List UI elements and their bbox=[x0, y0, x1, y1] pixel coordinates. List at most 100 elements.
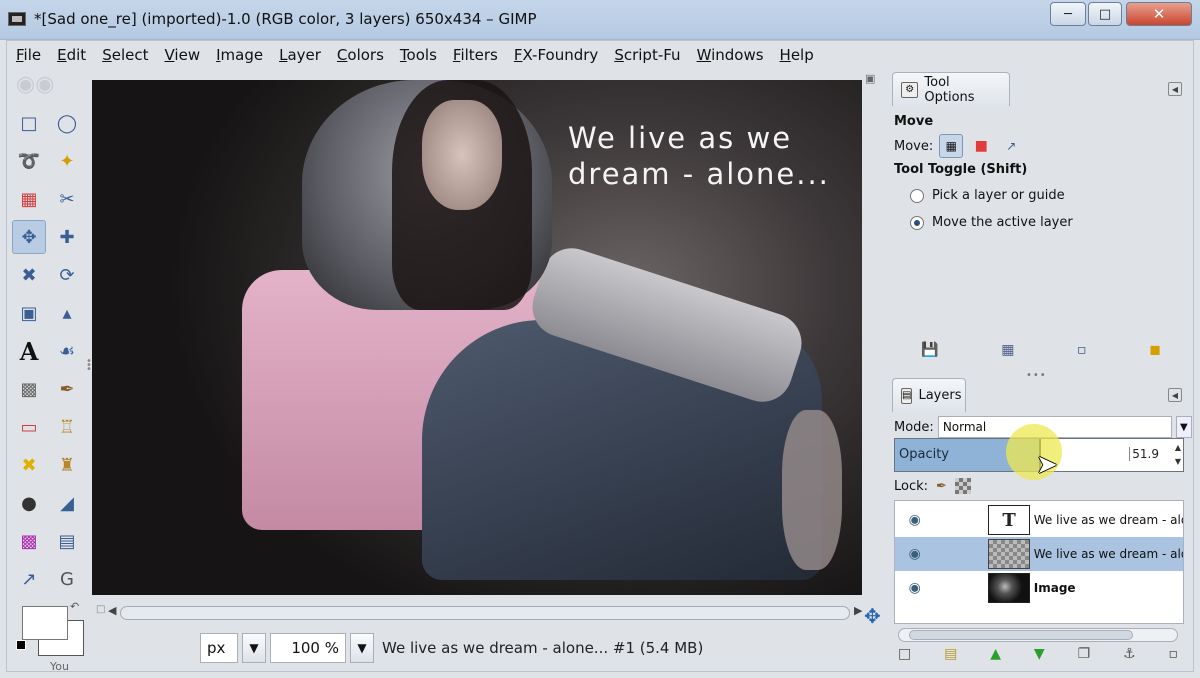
perspective-icon[interactable]: ▴ bbox=[50, 296, 84, 330]
smudge-icon[interactable]: ● bbox=[12, 486, 46, 520]
bucket-fill-icon[interactable]: ☙ bbox=[50, 334, 84, 368]
heal-icon[interactable]: ✖ bbox=[12, 448, 46, 482]
scroll-right-icon[interactable]: ▶ bbox=[854, 604, 862, 617]
horizontal-scrollbar[interactable]: □ ◀ ▶ bbox=[96, 604, 864, 622]
layer-row-selected[interactable]: ◉ We live as we dream - alo bbox=[895, 537, 1183, 571]
layer-name[interactable]: Image bbox=[1034, 581, 1183, 595]
menu-colors[interactable]: Colors bbox=[329, 44, 392, 68]
move-active-layer-radio[interactable]: Move the active layer bbox=[910, 215, 1073, 230]
delete-layer-icon[interactable]: ▫ bbox=[1169, 646, 1179, 662]
eye-icon[interactable]: ◉ bbox=[901, 546, 928, 562]
menu-fx-foundry[interactable]: FX-Foundry bbox=[506, 44, 606, 68]
image-canvas[interactable]: We live as we dream - alone... bbox=[92, 80, 862, 595]
layer-name[interactable]: We live as we dream - alo bbox=[1034, 513, 1183, 527]
tab-tool-options[interactable]: ⚙ Tool Options bbox=[892, 72, 1010, 106]
minimize-button[interactable]: ─ bbox=[1050, 2, 1086, 26]
menu-windows[interactable]: Windows bbox=[689, 44, 772, 68]
zoom-select[interactable]: 100 % bbox=[270, 633, 346, 663]
fg-bg-colors[interactable]: ↶ bbox=[16, 600, 86, 660]
layers-menu-icon[interactable]: ◀ bbox=[1168, 388, 1182, 402]
reset-options-icon[interactable]: ◼ bbox=[1149, 342, 1161, 358]
color-picker-icon[interactable]: ▩ bbox=[12, 524, 46, 558]
anchor-layer-icon[interactable]: ⚓ bbox=[1123, 646, 1136, 662]
lock-alpha-icon[interactable] bbox=[954, 478, 971, 494]
pick-layer-radio[interactable]: Pick a layer or guide bbox=[910, 188, 1065, 203]
menu-edit[interactable]: Edit bbox=[49, 44, 94, 68]
layers-scrollbar[interactable] bbox=[898, 628, 1178, 642]
delete-options-icon[interactable]: ▫ bbox=[1077, 342, 1087, 358]
menu-image[interactable]: Image bbox=[208, 44, 271, 68]
radio-unchecked-icon[interactable] bbox=[910, 188, 924, 203]
foreground-color-swatch[interactable] bbox=[22, 606, 68, 640]
duplicate-layer-icon[interactable]: ❐ bbox=[1078, 646, 1091, 662]
move-layer-icon[interactable]: ▦ bbox=[939, 134, 964, 158]
lower-layer-icon[interactable]: ▼ bbox=[1034, 646, 1045, 662]
dodge-burn-icon[interactable]: ◢ bbox=[50, 486, 84, 520]
scissors-icon[interactable]: ✂ bbox=[50, 182, 84, 216]
text-tool-icon[interactable]: A bbox=[12, 334, 46, 368]
blend-icon[interactable]: ▩ bbox=[12, 372, 46, 406]
layer-row[interactable]: ◉ T We live as we dream - alo bbox=[895, 503, 1183, 537]
face-shape bbox=[422, 100, 502, 210]
dock-menu-icon[interactable]: ◀ bbox=[1168, 82, 1182, 96]
default-colors-icon[interactable] bbox=[16, 640, 26, 650]
layers-icon: ▤ bbox=[901, 387, 913, 404]
rotate-icon[interactable]: ⟳ bbox=[50, 258, 84, 292]
paintbrush-icon[interactable]: ✒ bbox=[50, 372, 84, 406]
scale-icon[interactable]: ▣ bbox=[12, 296, 46, 330]
move-tool-icon[interactable]: ✥ bbox=[12, 220, 46, 254]
tab-layers[interactable]: ▤ Layers bbox=[892, 378, 966, 412]
ellipse-select-icon[interactable]: ◯ bbox=[50, 106, 84, 140]
menu-select[interactable]: Select bbox=[94, 44, 156, 68]
move-path-icon[interactable]: ↗ bbox=[999, 134, 1023, 158]
eye-icon[interactable]: ◉ bbox=[901, 512, 928, 528]
maximize-button[interactable]: □ bbox=[1088, 2, 1122, 26]
radio-checked-icon[interactable] bbox=[910, 215, 924, 230]
zoom-dropdown-icon[interactable]: ▼ bbox=[350, 633, 374, 663]
rect-select-icon[interactable]: □ bbox=[12, 106, 46, 140]
new-layer-icon[interactable]: □ bbox=[898, 646, 911, 662]
scroll-left-icon[interactable]: ◀ bbox=[108, 604, 116, 617]
raise-layer-icon[interactable]: ▲ bbox=[990, 646, 1001, 662]
menu-file[interactable]: File bbox=[8, 44, 49, 68]
close-button[interactable]: ✕ bbox=[1126, 2, 1192, 26]
dock-grip-icon[interactable]: • • • bbox=[86, 357, 92, 375]
clone-icon[interactable]: ♖ bbox=[50, 410, 84, 444]
move-selection-icon[interactable]: ■ bbox=[969, 134, 993, 158]
menu-view[interactable]: View bbox=[156, 44, 208, 68]
quick-mask-icon[interactable]: □ bbox=[96, 604, 105, 615]
fuzzy-select-icon[interactable]: ✦ bbox=[50, 144, 84, 178]
menu-filters[interactable]: Filters bbox=[445, 44, 506, 68]
select-by-color-icon[interactable]: ▦ bbox=[12, 182, 46, 216]
opacity-spinner-icon[interactable]: ▲ ▼ bbox=[1175, 441, 1181, 469]
zoom-fit-icon[interactable]: ▣ bbox=[865, 72, 875, 85]
opacity-value[interactable]: 51.9 bbox=[1129, 447, 1159, 461]
eye-icon[interactable]: ◉ bbox=[901, 580, 928, 596]
perspective-clone-icon[interactable]: ♜ bbox=[50, 448, 84, 482]
menu-layer[interactable]: Layer bbox=[271, 44, 329, 68]
navigate-icon[interactable]: ✥ bbox=[864, 604, 881, 628]
unit-select[interactable]: px bbox=[200, 633, 238, 663]
gegl-icon[interactable]: G bbox=[50, 562, 84, 596]
swap-colors-icon[interactable]: ↶ bbox=[70, 600, 79, 613]
save-options-icon[interactable]: 💾 bbox=[921, 342, 938, 358]
paths-icon[interactable]: ↗ bbox=[12, 562, 46, 596]
panel-separator-grip[interactable]: ••• bbox=[1026, 370, 1047, 381]
mode-dropdown-icon[interactable]: ▼ bbox=[1175, 416, 1192, 438]
unit-dropdown-icon[interactable]: ▼ bbox=[242, 633, 266, 663]
measure-icon[interactable]: ▤ bbox=[50, 524, 84, 558]
layer-row[interactable]: ◉ Image bbox=[895, 571, 1183, 605]
eraser-icon[interactable]: ▭ bbox=[12, 410, 46, 444]
menu-script-fu[interactable]: Script-Fu bbox=[606, 44, 688, 68]
layer-name[interactable]: We live as we dream - alo bbox=[1034, 547, 1183, 561]
scrollbar-track[interactable] bbox=[120, 606, 850, 620]
crop-icon[interactable]: ✖ bbox=[12, 258, 46, 292]
new-layer-group-icon[interactable]: ▤ bbox=[944, 646, 957, 662]
menu-help[interactable]: Help bbox=[772, 44, 822, 68]
restore-options-icon[interactable]: ▦ bbox=[1001, 342, 1014, 358]
lock-pixels-icon[interactable]: ✒ bbox=[936, 479, 947, 494]
align-icon[interactable]: ✚ bbox=[50, 220, 84, 254]
layers-scroll-thumb[interactable] bbox=[909, 630, 1133, 640]
menu-tools[interactable]: Tools bbox=[392, 44, 445, 68]
lasso-icon[interactable]: ➰ bbox=[12, 144, 46, 178]
